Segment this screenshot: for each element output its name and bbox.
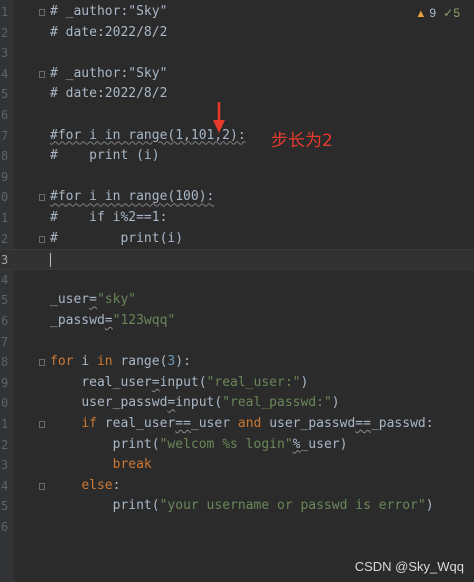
fold-toggle-icon[interactable] [39,482,45,490]
code-text[interactable]: # _author:"Sky" [50,2,167,23]
code-text[interactable]: print("your username or passwd is error"… [50,496,434,517]
code-line[interactable]: 4 # _author:"Sky" [0,64,474,85]
code-line[interactable]: 3 break [0,455,474,476]
annotation-text: 步长为2 [271,131,333,151]
line-number: 3 [1,46,9,61]
code-line[interactable]: 2 print("welcom %s login"%_user) [0,435,474,456]
code-line[interactable]: 0 #for i in range(100): [0,187,474,208]
code-text[interactable]: if real_user==_user and user_passwd==_pa… [50,414,433,435]
line-number: 7 [1,334,9,349]
line-number: 4 [1,272,9,287]
code-line[interactable]: 5 # date:2022/8/2 [0,84,474,105]
code-line[interactable]: 4 else: [0,476,474,497]
line-number: 2 [1,231,9,246]
fold-toggle-icon[interactable] [39,70,45,78]
code-line[interactable]: 6 [0,517,474,538]
code-text[interactable]: # print (i) [50,146,160,167]
line-number: 1 [1,211,9,225]
code-text[interactable]: # date:2022/8/2 [50,23,167,44]
fold-toggle-icon[interactable] [39,9,45,16]
text-caret [50,252,51,267]
line-number: 8 [1,149,9,164]
code-text[interactable]: real_user=input("real_user:") [50,373,308,394]
watermark: CSDN @Sky_Wqq [354,559,464,574]
code-line[interactable]: 2 # print(i) [0,229,474,250]
code-text[interactable]: #for i in range(100): [50,187,214,208]
code-line[interactable]: 4 [0,270,474,291]
line-number: 3 [1,253,9,268]
code-text[interactable]: user_passwd=input("real_passwd:") [50,393,339,414]
code-line[interactable]: 7 [0,332,474,353]
line-number: 5 [1,499,9,514]
line-number: 2 [1,437,9,452]
code-text[interactable]: _user="sky" [50,290,136,311]
code-text[interactable]: print("welcom %s login"%_user) [50,435,348,456]
code-text[interactable]: _passwd="123wqq" [50,311,175,332]
code-text[interactable]: # if i%2==1: [50,208,167,229]
code-line[interactable]: 9 real_user=input("real_user:") [0,373,474,394]
code-text[interactable]: break [50,455,152,476]
code-text[interactable]: # print(i) [50,229,183,250]
code-line[interactable]: 2 # date:2022/8/2 [0,23,474,44]
code-line[interactable]: 1 # if i%2==1: [0,208,474,229]
line-number: 1 [1,417,9,431]
code-text[interactable]: for i in range(3): [50,352,191,373]
fold-toggle-icon[interactable] [39,421,45,428]
fold-toggle-icon[interactable] [39,235,45,243]
line-number: 0 [1,190,9,205]
fold-toggle-icon[interactable] [39,194,45,202]
code-line[interactable]: 8 # print (i) [0,146,474,167]
code-line[interactable]: 0 user_passwd=input("real_passwd:") [0,393,474,414]
line-number: 6 [1,520,9,534]
line-number: 1 [1,5,9,19]
code-line[interactable]: 5 _user="sky" [0,290,474,311]
code-text[interactable]: # _author:"Sky" [50,64,167,85]
down-arrow-icon [213,102,225,133]
code-line[interactable]: 3 [0,43,474,64]
line-number: 9 [1,169,9,184]
line-number: 2 [1,25,9,40]
code-line[interactable]: 7 #for i in range(1,101,2): [0,126,474,147]
code-text[interactable]: else: [50,476,120,497]
line-number: 6 [1,314,9,328]
code-line[interactable]: 9 [0,167,474,188]
line-number: 6 [1,108,9,122]
line-number: 4 [1,66,9,81]
line-number: 4 [1,478,9,493]
code-line[interactable]: 6 _passwd="123wqq" [0,311,474,332]
code-line[interactable]: 6 [0,105,474,126]
line-number: 5 [1,87,9,102]
code-line[interactable]: 8 for i in range(3): [0,352,474,373]
line-number: 9 [1,375,9,390]
code-text[interactable]: # date:2022/8/2 [50,84,167,105]
line-number: 0 [1,396,9,411]
code-line[interactable]: 3 [0,249,474,270]
line-number: 5 [1,293,9,308]
code-line[interactable]: 1 # _author:"Sky" [0,2,474,23]
code-text[interactable] [50,250,51,271]
code-line[interactable]: 5 print("your username or passwd is erro… [0,496,474,517]
fold-toggle-icon[interactable] [39,359,45,367]
line-number: 8 [1,355,9,370]
code-line[interactable]: 1 if real_user==_user and user_passwd==_… [0,414,474,435]
line-number: 3 [1,458,9,473]
line-number: 7 [1,128,9,143]
